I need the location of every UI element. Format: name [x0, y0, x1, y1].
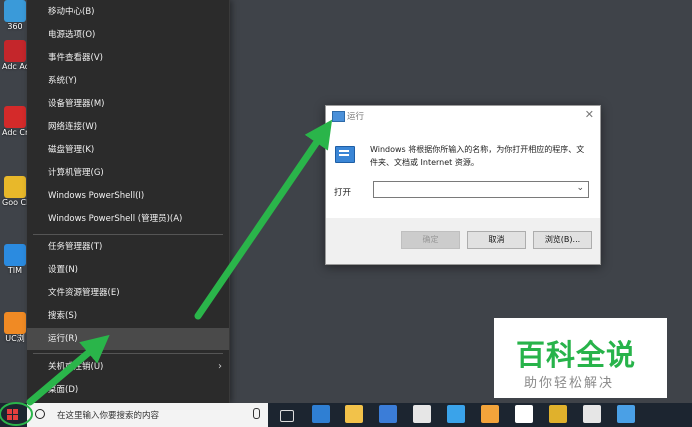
arrow-to-run-dialog [194, 119, 333, 320]
arrow-to-run-item [26, 334, 110, 406]
start-button-highlight [0, 402, 33, 426]
annotation-arrows [0, 119, 333, 426]
